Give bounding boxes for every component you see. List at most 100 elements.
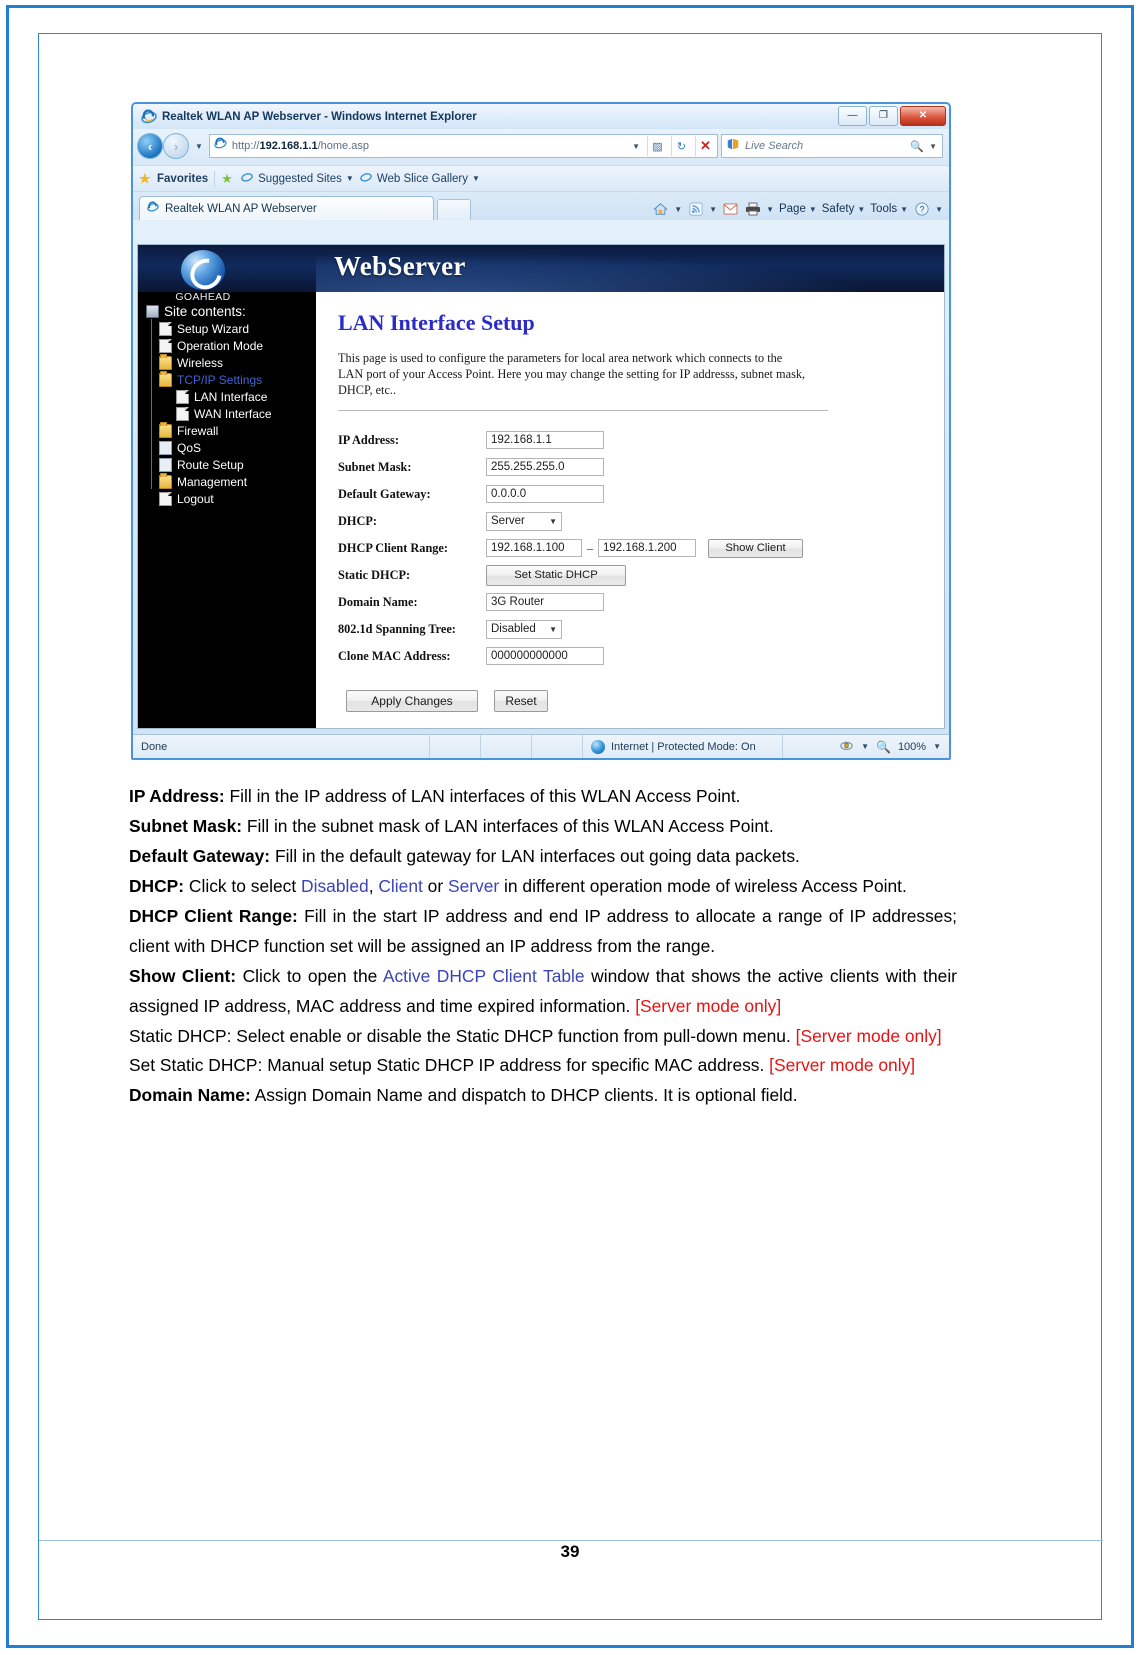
server-mode-only-note: [Server mode only] xyxy=(635,995,782,1016)
star-icon: ★ xyxy=(139,170,151,186)
privacy-chevron-down-icon[interactable]: ▼ xyxy=(861,742,869,751)
clone-mac-input[interactable]: 000000000000 xyxy=(486,647,604,666)
help-icon[interactable]: ? xyxy=(913,201,930,217)
print-chevron-down-icon[interactable]: ▼ xyxy=(766,205,774,214)
spanning-tree-select[interactable]: Disabled ▼ xyxy=(486,619,562,639)
sidebar-item-management[interactable]: Management xyxy=(146,472,324,490)
sidebar-item-label: Wireless xyxy=(177,355,224,370)
sidebar-item-wan-interface[interactable]: WAN Interface xyxy=(146,405,324,422)
subnet-mask-input[interactable]: 255.255.255.0 xyxy=(486,458,604,477)
sidebar-item-logout[interactable]: Logout xyxy=(146,490,324,507)
dhcp-range-start-input[interactable]: 192.168.1.100 xyxy=(486,539,582,558)
recent-pages-chevron-down-icon[interactable]: ▼ xyxy=(192,142,206,151)
search-placeholder-text: Live Search xyxy=(745,140,804,152)
dhcp-option-server: Server xyxy=(447,875,500,896)
help-chevron-down-icon[interactable]: ▼ xyxy=(935,205,943,214)
favorites-button[interactable]: ★ Favorites xyxy=(139,172,208,186)
form-row-dhcp: DHCP: Server ▼ xyxy=(338,508,944,535)
default-gateway-input[interactable]: 0.0.0.0 xyxy=(486,485,604,504)
text-subnet-mask: Fill in the subnet mask of LAN interface… xyxy=(242,815,774,836)
sidebar-item-label: Setup Wizard xyxy=(177,321,250,336)
set-static-dhcp-button[interactable]: Set Static DHCP xyxy=(486,564,626,586)
page-description: This page is used to configure the param… xyxy=(338,351,806,398)
sidebar-item-wireless[interactable]: Wireless xyxy=(146,353,324,371)
web-slice-gallery-button[interactable]: Web Slice Gallery ▼ xyxy=(360,171,480,186)
reset-button[interactable]: Reset xyxy=(494,689,548,712)
refresh-icon[interactable]: ↻ xyxy=(671,136,691,156)
folder-icon xyxy=(159,421,172,438)
document-icon xyxy=(159,321,172,336)
feeds-icon[interactable] xyxy=(687,201,704,217)
apply-changes-button[interactable]: Apply Changes xyxy=(346,689,478,712)
privacy-report-icon[interactable] xyxy=(839,738,854,755)
sidebar-item-tcpip-settings[interactable]: TCP/IP Settings xyxy=(146,370,324,388)
page-menu-button[interactable]: Page ▼ xyxy=(779,203,817,215)
tools-menu-label: Tools xyxy=(870,203,898,215)
browser-window-screenshot: Realtek WLAN AP Webserver - Windows Inte… xyxy=(131,102,951,760)
maximize-button[interactable]: ❐ xyxy=(869,106,898,126)
sidebar-item-lan-interface[interactable]: LAN Interface xyxy=(146,388,324,405)
server-mode-only-note: [Server mode only] xyxy=(795,1025,942,1046)
address-chevron-down-icon[interactable]: ▼ xyxy=(632,142,643,151)
sidebar-item-qos[interactable]: QoS xyxy=(146,439,324,456)
document-icon xyxy=(176,389,189,404)
home-icon[interactable] xyxy=(652,201,669,217)
sidebar-item-route-setup[interactable]: Route Setup xyxy=(146,456,324,473)
search-input[interactable]: Live Search 🔍 ▼ xyxy=(721,134,943,158)
feeds-chevron-down-icon[interactable]: ▼ xyxy=(709,205,717,214)
browser-viewport: Site contents: Setup Wizard Operation Mo… xyxy=(137,244,945,729)
internet-zone-icon xyxy=(591,739,605,754)
show-client-text-1: Click to open the xyxy=(242,965,383,986)
read-mail-icon[interactable] xyxy=(722,201,739,217)
svg-text:?: ? xyxy=(919,205,924,215)
internet-explorer-icon xyxy=(141,109,157,125)
zoom-control[interactable]: ▼ 🔍 100% ▼ xyxy=(782,735,949,758)
form-row-domain-name: Domain Name: 3G Router xyxy=(338,589,944,616)
home-chevron-down-icon[interactable]: ▼ xyxy=(674,205,682,214)
tab-realtek-wlan-ap-webserver[interactable]: Realtek WLAN AP Webserver xyxy=(139,196,434,220)
sidebar-item-label: TCP/IP Settings xyxy=(177,372,263,387)
back-button[interactable]: ‹ xyxy=(137,133,163,159)
search-chevron-down-icon[interactable]: ▼ xyxy=(929,142,940,151)
web-slice-gallery-label: Web Slice Gallery xyxy=(376,172,469,185)
print-icon[interactable] xyxy=(744,201,761,217)
address-input[interactable]: http://192.168.1.1/home.asp ▼ ▨ ↻ ✕ xyxy=(208,134,718,158)
form-row-clone-mac: Clone MAC Address: 000000000000 xyxy=(338,643,944,670)
lan-interface-setup-pane: LAN Interface Setup This page is used to… xyxy=(316,292,944,728)
toolbar-divider xyxy=(214,170,216,187)
sidebar-item-firewall[interactable]: Firewall xyxy=(146,421,324,439)
stop-icon[interactable]: ✕ xyxy=(695,136,715,156)
page-favicon-icon xyxy=(214,137,228,155)
close-button[interactable]: ✕ xyxy=(900,106,946,126)
security-zone-indicator[interactable]: Internet | Protected Mode: On xyxy=(582,735,782,758)
minimize-button[interactable]: — xyxy=(838,106,867,126)
show-client-button[interactable]: Show Client xyxy=(708,538,803,558)
goahead-globe-icon xyxy=(181,250,225,290)
tree-connector-line xyxy=(151,319,152,489)
new-tab-button[interactable] xyxy=(437,199,471,220)
dhcp-range-end-input[interactable]: 192.168.1.200 xyxy=(598,539,696,558)
ip-address-input[interactable]: 192.168.1.1 xyxy=(486,431,604,450)
tab-favicon-icon xyxy=(147,201,160,216)
suggested-sites-button[interactable]: Suggested Sites ▼ xyxy=(241,171,354,186)
sidebar-item-operation-mode[interactable]: Operation Mode xyxy=(146,337,324,354)
compatibility-view-icon[interactable]: ▨ xyxy=(647,136,667,156)
sidebar-item-setup-wizard[interactable]: Setup Wizard xyxy=(146,320,324,337)
add-to-favorites-bar-button[interactable]: ★ xyxy=(221,172,235,186)
dhcp-select[interactable]: Server ▼ xyxy=(486,511,562,531)
sidebar-item-label: WAN Interface xyxy=(194,406,272,421)
safety-menu-button[interactable]: Safety ▼ xyxy=(822,203,866,215)
domain-name-input[interactable]: 3G Router xyxy=(486,593,604,612)
suggested-sites-label: Suggested Sites xyxy=(258,172,342,185)
zoom-chevron-down-icon[interactable]: ▼ xyxy=(933,742,941,751)
sidebar-item-label: Route Setup xyxy=(177,457,244,472)
search-icon[interactable]: 🔍 xyxy=(909,138,925,154)
form-row-ip-address: IP Address: 192.168.1.1 xyxy=(338,427,944,454)
tree-root-site-contents: Site contents: xyxy=(146,303,324,320)
window-controls: — ❐ ✕ xyxy=(838,106,946,126)
domain-name-label: Domain Name: xyxy=(338,594,418,609)
forward-button[interactable]: › xyxy=(163,133,189,159)
paragraph-domain-name: Domain Name: Assign Domain Name and disp… xyxy=(129,1081,957,1111)
set-static-dhcp-text: Set Static DHCP: Manual setup Static DHC… xyxy=(129,1055,770,1076)
tools-menu-button[interactable]: Tools ▼ xyxy=(870,203,908,215)
